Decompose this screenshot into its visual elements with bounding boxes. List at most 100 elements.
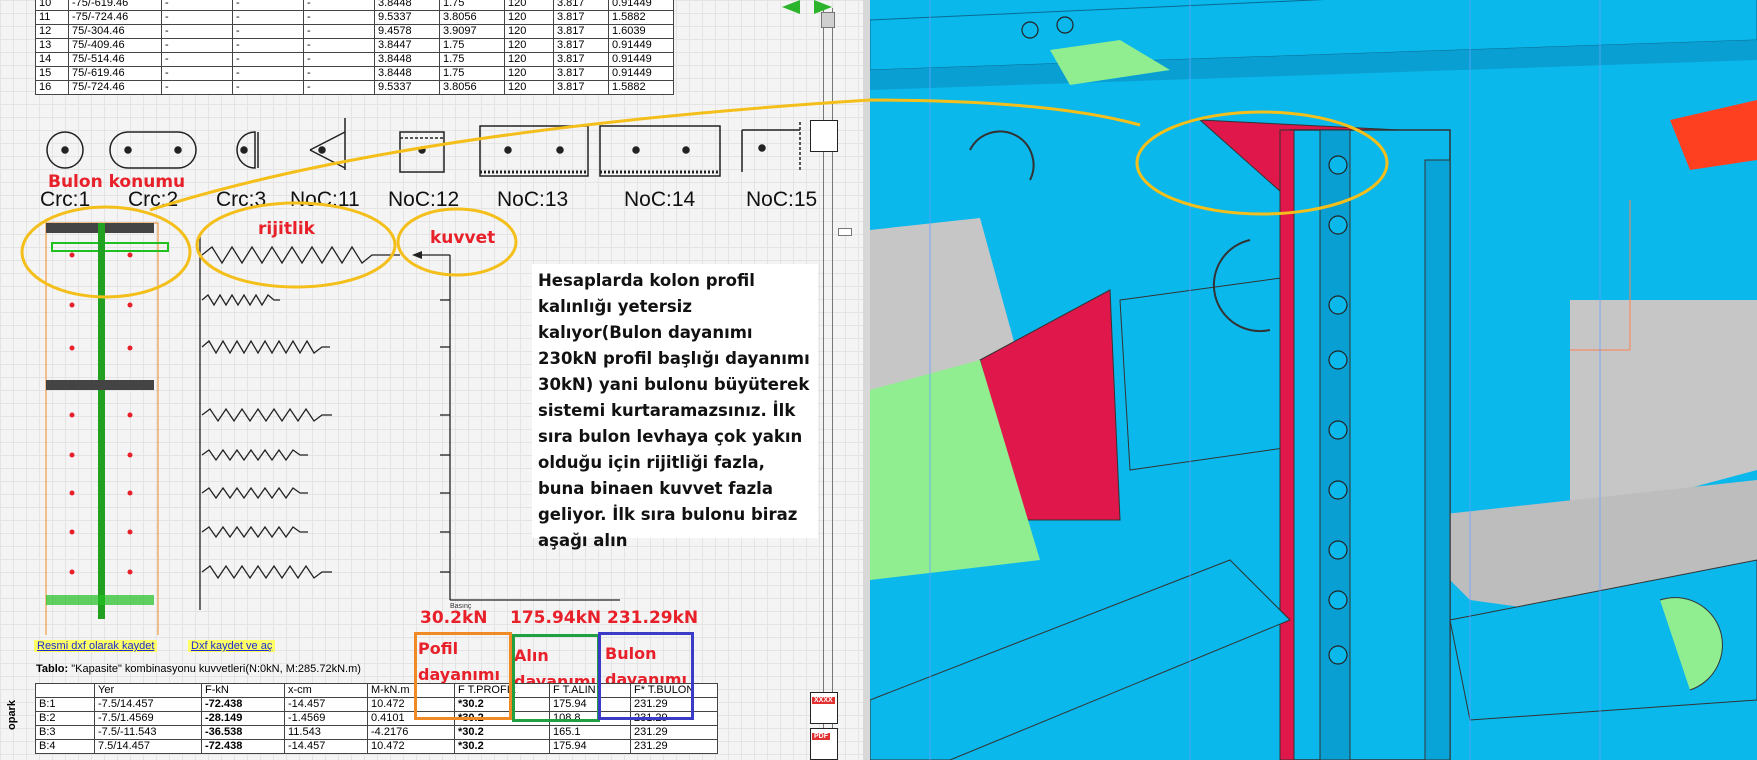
table-cell: 3.817 xyxy=(553,52,609,67)
table-cell: 3.817 xyxy=(553,38,609,53)
table-cell: 3.8056 xyxy=(439,10,505,25)
scroll-handle[interactable] xyxy=(838,228,852,236)
table-row: 12 75/-304.46- - -9.4578 3.9097 120 3.817 1.603… xyxy=(35,24,674,39)
table-cell: -28.149 xyxy=(201,711,285,726)
table-cell: 175.94 xyxy=(549,739,631,754)
table-cell: 75/-724.46 xyxy=(68,80,162,95)
scrollbar-thumb[interactable] xyxy=(821,12,835,28)
table-cell: - xyxy=(161,0,233,11)
table-cell: - xyxy=(161,24,233,39)
force-annotation: kuvvet xyxy=(430,228,496,248)
table-cell: 120 xyxy=(504,66,554,81)
table-cell: 0.91449 xyxy=(608,0,674,11)
table-cell: 1.75 xyxy=(439,38,505,53)
front-force-value: 175.94kN xyxy=(510,608,602,628)
table-cell: B:3 xyxy=(35,725,95,740)
table-cell: 3.817 xyxy=(553,0,609,11)
table-cell: - xyxy=(232,66,304,81)
nav-arrow-left-icon[interactable] xyxy=(782,0,800,14)
tablo-prefix: Tablo: xyxy=(36,663,69,675)
save-open-dxf-link[interactable]: Dxf kaydet ve aç xyxy=(188,640,276,652)
table-cell: 3.817 xyxy=(553,80,609,95)
calculation-sheet: 10 -75/-619.46- - -3.8448 1.75 120 3.817 0.9144… xyxy=(0,0,865,760)
table-cell: 1.75 xyxy=(439,66,505,81)
table-cell: 3.8448 xyxy=(374,52,440,67)
table-cell: 1.5882 xyxy=(608,80,674,95)
table-row: B:4 7.5/14.457 -72.438 -14.457 10.472 *30.2 17… xyxy=(35,739,718,754)
table-cell: 14 xyxy=(35,52,69,67)
table-row: 15 75/-619.46- - -3.8448 1.75 120 3.817 0.91449 xyxy=(35,66,674,81)
engineering-note: Hesaplarda kolon profil kalınlığı yeters… xyxy=(532,264,818,550)
table-cell: -14.457 xyxy=(284,697,368,712)
table-cell: - xyxy=(232,38,304,53)
table-cell: B:1 xyxy=(35,697,95,712)
table-cell: -7.5/-11.543 xyxy=(94,725,202,740)
table-cell: 120 xyxy=(504,38,554,53)
table-cell: 120 xyxy=(504,52,554,67)
table-row: 14 75/-514.46- - -3.8448 1.75 120 3.817 0.91449 xyxy=(35,52,674,67)
table-cell: -4.2176 xyxy=(367,725,455,740)
table-cell: - xyxy=(161,66,233,81)
table-cell: 75/-409.46 xyxy=(68,38,162,53)
table-cell: 1.75 xyxy=(439,52,505,67)
table-cell: B:4 xyxy=(35,739,95,754)
table-cell: 9.5337 xyxy=(374,10,440,25)
profile-force-value: 30.2kN xyxy=(420,608,488,628)
table-cell: - xyxy=(161,52,233,67)
xxxx-export-icon[interactable]: XXXX xyxy=(810,692,838,724)
table-cell: 9.4578 xyxy=(374,24,440,39)
stiffness-annotation: rijitlik xyxy=(258,219,315,239)
table-cell: *30.2 xyxy=(454,725,550,740)
table-cell: 9.5337 xyxy=(374,80,440,95)
table-cell: 231.29 xyxy=(630,739,718,754)
table-cell: 1.6039 xyxy=(608,24,674,39)
table-cell: 7.5/14.457 xyxy=(94,739,202,754)
table-cell: 231.29 xyxy=(630,725,718,740)
report-document-icon[interactable] xyxy=(810,120,838,152)
table-cell: 0.91449 xyxy=(608,66,674,81)
table-cell: 75/-304.46 xyxy=(68,24,162,39)
table-cell: 75/-619.46 xyxy=(68,66,162,81)
table-cell: 1.75 xyxy=(439,0,505,11)
table-cell: - xyxy=(232,0,304,11)
table-cell: 165.1 xyxy=(549,725,631,740)
table-cell: - xyxy=(232,52,304,67)
tablo-title: "Kapasite" kombinasyonu kuvvetleri(N:0kN… xyxy=(71,663,361,675)
column-header: x-cm xyxy=(284,683,368,698)
table-cell: -75/-619.46 xyxy=(68,0,162,11)
table-cell: 75/-514.46 xyxy=(68,52,162,67)
profile-strength-box xyxy=(414,632,512,720)
bolt-position-annotation: Bulon konumu xyxy=(48,172,186,192)
table-cell: - xyxy=(161,10,233,25)
table-cell: 3.8447 xyxy=(374,38,440,53)
table-cell: -72.438 xyxy=(201,739,285,754)
table-cell: -7.5/14.457 xyxy=(94,697,202,712)
table-cell: 0.91449 xyxy=(608,52,674,67)
table-cell: - xyxy=(303,66,375,81)
front-strength-box xyxy=(512,634,600,722)
nav-arrow-right-icon[interactable] xyxy=(814,0,832,14)
table-cell: 11.543 xyxy=(284,725,368,740)
table-cell: -1.4569 xyxy=(284,711,368,726)
table-cell: - xyxy=(303,0,375,11)
table-cell: 10.472 xyxy=(367,739,455,754)
table-cell: 3.817 xyxy=(553,66,609,81)
save-dxf-link[interactable]: Resmi dxf olarak kaydet xyxy=(34,640,158,652)
table-row: 10 -75/-619.46- - -3.8448 1.75 120 3.817 0.9144… xyxy=(35,0,674,11)
table-row: 16 75/-724.46- - -9.5337 3.8056 120 3.817 1.588… xyxy=(35,80,674,95)
table-row: 13 75/-409.46- - -3.8447 1.75 120 3.817 0.91449 xyxy=(35,38,674,53)
pdf-export-icon[interactable]: PDF xyxy=(810,728,838,760)
table-cell: *30.2 xyxy=(454,739,550,754)
table-cell: - xyxy=(161,80,233,95)
table-cell: - xyxy=(303,52,375,67)
side-label: opark xyxy=(6,700,18,730)
table-row: B:3 -7.5/-11.543 -36.538 11.543 -4.2176 *30.2… xyxy=(35,725,718,740)
table-cell: - xyxy=(161,38,233,53)
table-cell: 15 xyxy=(35,66,69,81)
table-cell: 3.817 xyxy=(553,24,609,39)
bolt-force-value: 231.29kN xyxy=(607,608,699,628)
table-cell: 0.91449 xyxy=(608,38,674,53)
cad-3d-viewport[interactable] xyxy=(870,0,1757,760)
pdf-export-label: PDF xyxy=(812,733,830,740)
table-cell: 120 xyxy=(504,0,554,11)
